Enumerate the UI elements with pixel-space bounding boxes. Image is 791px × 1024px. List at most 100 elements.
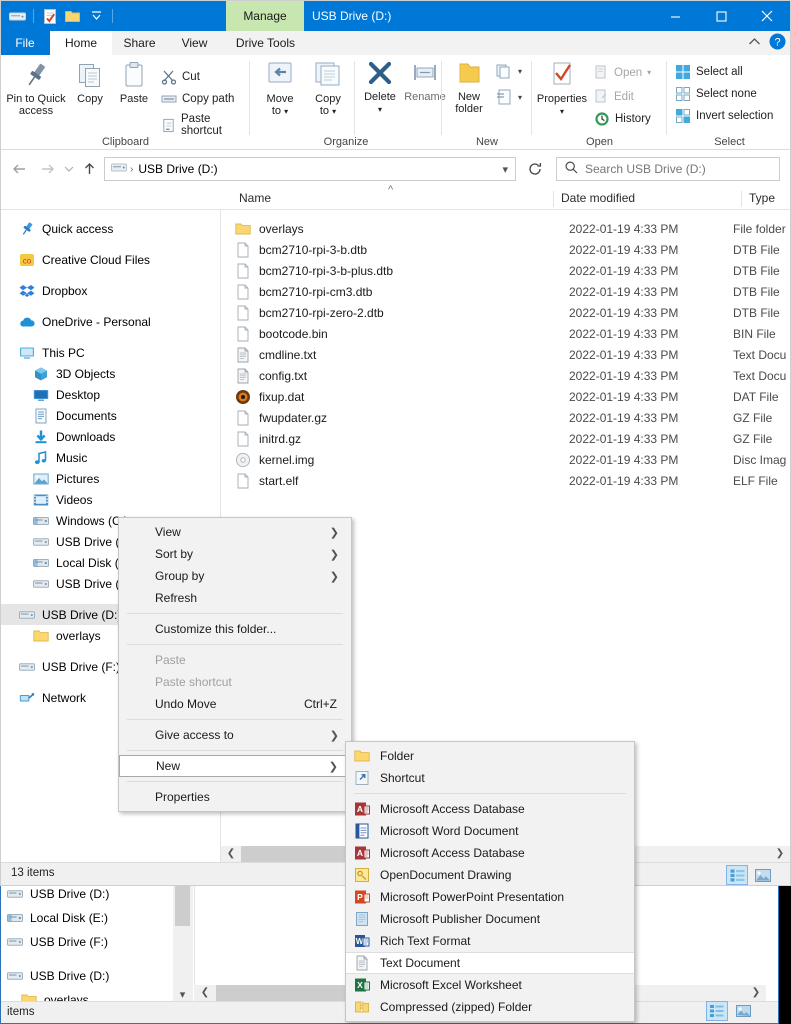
paste-button[interactable]: Paste [111, 60, 157, 105]
background-hscroll-right-arrow[interactable]: ❯ [748, 985, 764, 1001]
sidebar-item-pictures[interactable]: Pictures [1, 468, 219, 489]
menu-item-undo-move[interactable]: Undo Move Ctrl+Z [119, 693, 351, 715]
table-row[interactable]: fixup.dat 2022-01-19 4:33 PM DAT File [221, 386, 790, 407]
column-header-date-modified[interactable]: Date modified [561, 191, 635, 205]
search-input[interactable]: Search USB Drive (D:) [585, 162, 706, 176]
sidebar-item-videos[interactable]: Videos [1, 489, 219, 510]
menu-item-view[interactable]: View ❯ [119, 521, 351, 543]
table-row[interactable]: initrd.gz 2022-01-19 4:33 PM GZ File [221, 428, 790, 449]
customize-qat-chevron-icon[interactable] [86, 6, 106, 26]
recent-locations-button[interactable] [59, 159, 79, 179]
background-large-icons-view-button[interactable] [732, 1001, 754, 1021]
select-none-button[interactable]: Select none [675, 86, 757, 102]
details-view-button[interactable] [726, 865, 748, 885]
new-item-button[interactable]: ▾ [496, 63, 522, 79]
background-sidebar-item[interactable]: USB Drive (D:) [1, 964, 173, 988]
new-menu-item-microsoft-excel-worksheet[interactable]: X Microsoft Excel Worksheet [346, 974, 634, 996]
breadcrumb-current[interactable]: USB Drive (D:) [138, 162, 502, 176]
sidebar-item-documents[interactable]: Documents [1, 405, 219, 426]
forward-button[interactable] [37, 159, 57, 179]
view-mode-buttons[interactable] [726, 865, 774, 885]
new-folder-button[interactable]: New folder [444, 60, 494, 115]
folder-context-menu[interactable]: View ❯ Sort by ❯ Group by ❯ Refresh Cust… [118, 517, 352, 812]
new-menu-item-compressed-zipped-folder[interactable]: Compressed (zipped) Folder [346, 996, 634, 1018]
sidebar-item-quick-access[interactable]: Quick access [1, 218, 219, 239]
sidebar-item-creative-cloud-files[interactable]: co Creative Cloud Files [1, 249, 219, 270]
tab-home[interactable]: Home [50, 31, 112, 55]
sidebar-item-this-pc[interactable]: This PC [1, 342, 219, 363]
window-controls[interactable] [652, 1, 790, 31]
new-menu-item-folder[interactable]: Folder [346, 745, 634, 767]
menu-item-group-by[interactable]: Group by ❯ [119, 565, 351, 587]
properties-qat-icon[interactable] [40, 6, 60, 26]
menu-item-customize-this-folder[interactable]: Customize this folder... [119, 618, 351, 640]
delete-button[interactable]: Delete ▾ [356, 60, 404, 116]
column-separator-2[interactable] [741, 191, 742, 207]
up-button[interactable] [79, 159, 99, 179]
open-with-button[interactable]: Open ▾ [594, 65, 651, 80]
table-row[interactable]: bcm2710-rpi-3-b-plus.dtb 2022-01-19 4:33… [221, 260, 790, 281]
move-to-button[interactable]: Move to ▾ [256, 60, 304, 118]
table-row[interactable]: overlays 2022-01-19 4:33 PM File folder [221, 218, 790, 239]
search-box[interactable]: Search USB Drive (D:) [556, 157, 780, 181]
table-row[interactable]: bcm2710-rpi-3-b.dtb 2022-01-19 4:33 PM D… [221, 239, 790, 260]
help-icon[interactable]: ? [769, 33, 786, 53]
tab-drive-tools[interactable]: Drive Tools [222, 31, 309, 55]
new-submenu[interactable]: Folder Shortcut A Microsoft Access Datab… [345, 741, 635, 1022]
menu-item-paste[interactable]: Paste [119, 649, 351, 671]
tab-view[interactable]: View [167, 31, 222, 55]
select-all-button[interactable]: Select all [675, 64, 743, 80]
edit-button[interactable]: Edit [594, 89, 634, 104]
table-row[interactable]: fwupdater.gz 2022-01-19 4:33 PM GZ File [221, 407, 790, 428]
large-icons-view-button[interactable] [752, 865, 774, 885]
menu-item-paste-shortcut[interactable]: Paste shortcut [119, 671, 351, 693]
table-row[interactable]: start.elf 2022-01-19 4:33 PM ELF File [221, 470, 790, 491]
table-row[interactable]: config.txt 2022-01-19 4:33 PM Text Docu [221, 365, 790, 386]
minimize-button[interactable] [652, 1, 698, 31]
background-nav-scroll-thumb[interactable] [175, 886, 190, 926]
table-row[interactable]: bootcode.bin 2022-01-19 4:33 PM BIN File [221, 323, 790, 344]
sidebar-item-dropbox[interactable]: Dropbox [1, 280, 219, 301]
explorer-app-icon[interactable] [7, 6, 27, 26]
background-sidebar-item[interactable]: USB Drive (F:) [1, 930, 173, 954]
sidebar-item-downloads[interactable]: Downloads [1, 426, 219, 447]
column-header-type[interactable]: Type [749, 191, 775, 205]
column-header-name[interactable]: Name [239, 191, 271, 205]
menu-item-properties[interactable]: Properties [119, 786, 351, 808]
background-details-view-button[interactable] [706, 1001, 728, 1021]
background-sidebar-item[interactable]: Local Disk (E:) [1, 906, 173, 930]
background-view-buttons[interactable] [706, 1001, 754, 1021]
tab-share[interactable]: Share [112, 31, 167, 55]
table-row[interactable]: bcm2710-rpi-cm3.dtb 2022-01-19 4:33 PM D… [221, 281, 790, 302]
address-bar[interactable]: › USB Drive (D:) ▾ [104, 157, 516, 181]
table-row[interactable]: cmdline.txt 2022-01-19 4:33 PM Text Docu [221, 344, 790, 365]
menu-item-refresh[interactable]: Refresh [119, 587, 351, 609]
contextual-tab-manage[interactable]: Manage [226, 1, 304, 31]
refresh-button[interactable] [522, 157, 548, 181]
new-menu-item-microsoft-powerpoint-presentation[interactable]: P Microsoft PowerPoint Presentation [346, 886, 634, 908]
copy-path-button[interactable]: Copy path [161, 91, 234, 107]
copy-to-button[interactable]: Copy to ▾ [304, 60, 352, 118]
address-dropdown-icon[interactable]: ▾ [502, 163, 508, 176]
ribbon-tab-right-controls[interactable]: ? [748, 31, 786, 55]
sidebar-item-3d-objects[interactable]: 3D Objects [1, 363, 219, 384]
invert-selection-button[interactable]: Invert selection [675, 108, 773, 124]
new-menu-item-microsoft-word-document[interactable]: Microsoft Word Document [346, 820, 634, 842]
sidebar-item-music[interactable]: Music [1, 447, 219, 468]
paste-shortcut-button[interactable]: Paste shortcut [161, 113, 250, 137]
tab-file[interactable]: File [1, 31, 49, 55]
back-button[interactable] [9, 159, 29, 179]
new-folder-qat-icon[interactable] [63, 6, 83, 26]
new-menu-item-microsoft-access-database[interactable]: A Microsoft Access Database [346, 798, 634, 820]
menu-item-sort-by[interactable]: Sort by ❯ [119, 543, 351, 565]
background-hscroll-left-arrow[interactable]: ❮ [197, 985, 213, 1001]
new-menu-item-microsoft-access-database[interactable]: A Microsoft Access Database [346, 842, 634, 864]
copy-button[interactable]: Copy [67, 60, 113, 105]
column-separator-1[interactable] [553, 191, 554, 207]
table-row[interactable]: kernel.img 2022-01-19 4:33 PM Disc Imag [221, 449, 790, 470]
table-row[interactable]: bcm2710-rpi-zero-2.dtb 2022-01-19 4:33 P… [221, 302, 790, 323]
history-button[interactable]: History [594, 111, 651, 127]
file-list-hscroll-right-arrow[interactable]: ❯ [772, 846, 788, 862]
easy-access-button[interactable]: ▾ [496, 89, 522, 105]
pin-to-quick-access-button[interactable]: Pin to Quick access [5, 60, 67, 117]
